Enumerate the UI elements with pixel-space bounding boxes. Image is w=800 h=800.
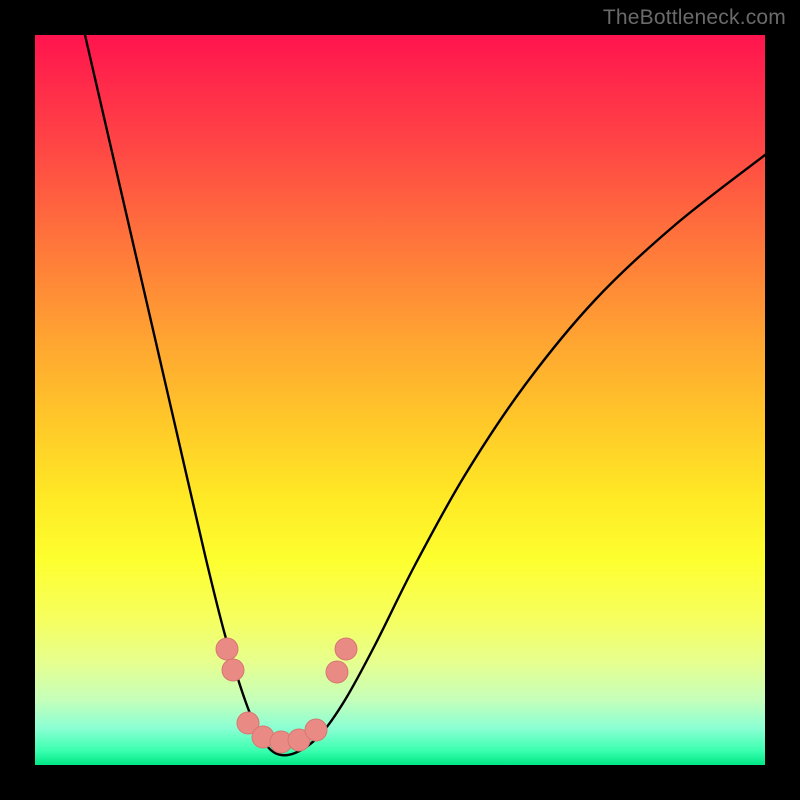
marker-left-top [216, 638, 238, 660]
marker-floor-5 [305, 719, 327, 741]
bottleneck-curve-svg [35, 35, 765, 765]
marker-left-bottom [222, 659, 244, 681]
watermark-text: TheBottleneck.com [603, 6, 786, 30]
marker-right-top [326, 661, 348, 683]
marker-right-bottom [335, 638, 357, 660]
curve-markers [216, 638, 357, 753]
chart-area [35, 35, 765, 765]
bottleneck-curve [85, 35, 765, 755]
